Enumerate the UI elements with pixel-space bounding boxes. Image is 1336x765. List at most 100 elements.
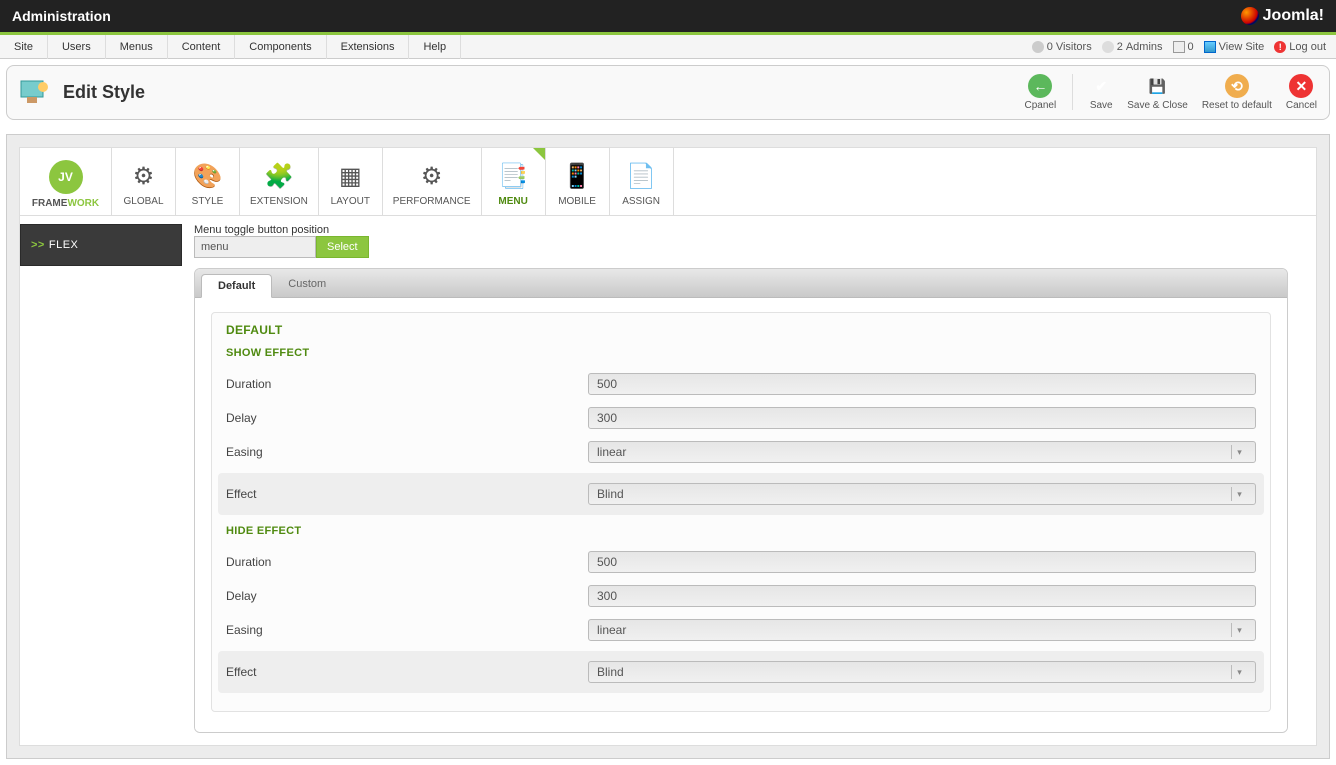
- row-hide-effect: Effect Blind▾: [218, 651, 1264, 693]
- menu-users[interactable]: Users: [48, 35, 106, 59]
- tab-extension[interactable]: 🧩 EXTENSION: [240, 148, 319, 215]
- cancel-icon: ✕: [1289, 74, 1313, 98]
- toggle-position-select-button[interactable]: Select: [316, 236, 369, 258]
- menubar-right: 0 Visitors 2 Admins 0 View Site !Log out: [1032, 35, 1336, 58]
- framework-label: FRAMEWORK: [30, 198, 101, 209]
- row-show-delay: Delay: [226, 401, 1256, 435]
- toggle-position-field: Menu toggle button position Select: [194, 224, 1288, 258]
- row-hide-delay: Delay: [226, 579, 1256, 613]
- menu-content[interactable]: Content: [168, 35, 236, 59]
- panel-tab-custom[interactable]: Custom: [272, 273, 342, 297]
- link-logout[interactable]: !Log out: [1274, 41, 1326, 53]
- cpanel-button[interactable]: ← Cpanel: [1025, 74, 1057, 111]
- label-hide-delay: Delay: [226, 589, 588, 603]
- save-icon: ✔: [1089, 74, 1113, 98]
- save-button[interactable]: ✔ Save: [1089, 74, 1113, 111]
- panel-body: DEFAULT SHOW EFFECT Duration Delay: [195, 298, 1287, 732]
- logout-icon: !: [1274, 41, 1286, 53]
- brand-text: Joomla!: [1263, 7, 1324, 25]
- label-show-delay: Delay: [226, 411, 588, 425]
- tab-layout[interactable]: ▦ LAYOUT: [319, 148, 383, 215]
- menu-menus[interactable]: Menus: [106, 35, 168, 59]
- joomla-logo-icon: [1241, 7, 1259, 25]
- input-hide-delay[interactable]: [588, 585, 1256, 607]
- select-show-effect[interactable]: Blind▾: [588, 483, 1256, 505]
- label-show-easing: Easing: [226, 445, 588, 459]
- page-header: Edit Style ← Cpanel ✔ Save 💾 Save & Clos…: [6, 65, 1330, 120]
- status-messages[interactable]: 0: [1173, 41, 1194, 53]
- tab-assign[interactable]: 📄 ASSIGN: [610, 148, 674, 215]
- chevron-down-icon: ▾: [1231, 623, 1247, 637]
- panel-tabs: Default Custom: [195, 269, 1287, 298]
- hide-effect-heading: HIDE EFFECT: [226, 525, 1256, 537]
- menu-extensions[interactable]: Extensions: [327, 35, 410, 59]
- reset-icon: ⟲: [1225, 74, 1249, 98]
- chevrons-icon: >>: [31, 239, 45, 251]
- saveclose-icon: 💾: [1146, 74, 1170, 98]
- mail-icon: [1173, 41, 1185, 53]
- tab-framework[interactable]: JV FRAMEWORK: [20, 148, 112, 215]
- tab-performance[interactable]: ⚙ PERFORMANCE: [383, 148, 482, 215]
- save-close-button[interactable]: 💾 Save & Close: [1127, 74, 1188, 111]
- row-hide-duration: Duration: [226, 545, 1256, 579]
- main-row: >>FLEX Menu toggle button position Selec…: [20, 216, 1316, 745]
- mobile-icon: 📱: [561, 160, 593, 192]
- menu-icon: 📑: [497, 160, 529, 192]
- sidebar-item-flex[interactable]: >>FLEX: [20, 224, 182, 266]
- page-actions: ← Cpanel ✔ Save 💾 Save & Close ⟲ Reset t…: [1025, 74, 1317, 111]
- tab-global[interactable]: ⚙ GLOBAL: [112, 148, 176, 215]
- toggle-position-label: Menu toggle button position: [194, 224, 329, 236]
- layout-icon: ▦: [334, 160, 366, 192]
- admin-icon: [1102, 41, 1114, 53]
- action-separator: [1072, 74, 1073, 110]
- sidebar: >>FLEX: [20, 224, 182, 733]
- gear-icon: ⚙: [128, 160, 160, 192]
- link-viewsite[interactable]: View Site: [1204, 41, 1265, 53]
- page-header-left: Edit Style: [19, 77, 145, 109]
- select-show-easing[interactable]: linear▾: [588, 441, 1256, 463]
- cancel-button[interactable]: ✕ Cancel: [1286, 74, 1317, 111]
- edit-style-icon: [19, 77, 51, 109]
- brand: Joomla!: [1241, 7, 1324, 25]
- default-heading: DEFAULT: [226, 323, 1256, 337]
- menubar-left: Site Users Menus Content Components Exte…: [0, 35, 461, 58]
- page-title: Edit Style: [63, 82, 145, 103]
- assign-icon: 📄: [625, 160, 657, 192]
- chevron-down-icon: ▾: [1231, 665, 1247, 679]
- label-hide-effect: Effect: [226, 665, 588, 679]
- toggle-position-input[interactable]: [194, 236, 316, 258]
- status-admins[interactable]: 2 Admins: [1102, 41, 1163, 53]
- default-group: DEFAULT SHOW EFFECT Duration Delay: [211, 312, 1271, 712]
- menubar: Site Users Menus Content Components Exte…: [0, 35, 1336, 59]
- menu-help[interactable]: Help: [409, 35, 461, 59]
- status-visitors[interactable]: 0 Visitors: [1032, 41, 1092, 53]
- tab-style[interactable]: 🎨 STYLE: [176, 148, 240, 215]
- label-show-effect: Effect: [226, 487, 588, 501]
- menu-site[interactable]: Site: [0, 35, 48, 59]
- input-show-delay[interactable]: [588, 407, 1256, 429]
- panel-tab-default[interactable]: Default: [201, 274, 272, 298]
- visitor-icon: [1032, 41, 1044, 53]
- topbar: Administration Joomla!: [0, 0, 1336, 32]
- performance-icon: ⚙: [416, 160, 448, 192]
- input-hide-duration[interactable]: [588, 551, 1256, 573]
- chevron-down-icon: ▾: [1231, 445, 1247, 459]
- select-hide-easing[interactable]: linear▾: [588, 619, 1256, 641]
- reset-button[interactable]: ⟲ Reset to default: [1202, 74, 1272, 111]
- viewsite-icon: [1204, 41, 1216, 53]
- effects-panel: Default Custom DEFAULT SHOW EFFECT Durat…: [194, 268, 1288, 733]
- tab-menu[interactable]: 📑 MENU: [482, 148, 546, 215]
- palette-icon: 🎨: [192, 160, 224, 192]
- row-show-effect: Effect Blind▾: [218, 473, 1264, 515]
- outer-frame: JV FRAMEWORK ⚙ GLOBAL 🎨 STYLE 🧩 EXTENSIO…: [6, 134, 1330, 759]
- row-show-easing: Easing linear▾: [226, 435, 1256, 469]
- select-hide-effect[interactable]: Blind▾: [588, 661, 1256, 683]
- menu-components[interactable]: Components: [235, 35, 326, 59]
- jv-badge-icon: JV: [49, 160, 83, 194]
- framework-tabstrip: JV FRAMEWORK ⚙ GLOBAL 🎨 STYLE 🧩 EXTENSIO…: [20, 148, 1316, 216]
- show-effect-heading: SHOW EFFECT: [226, 347, 1256, 359]
- input-show-duration[interactable]: [588, 373, 1256, 395]
- row-hide-easing: Easing linear▾: [226, 613, 1256, 647]
- label-show-duration: Duration: [226, 377, 588, 391]
- tab-mobile[interactable]: 📱 MOBILE: [546, 148, 610, 215]
